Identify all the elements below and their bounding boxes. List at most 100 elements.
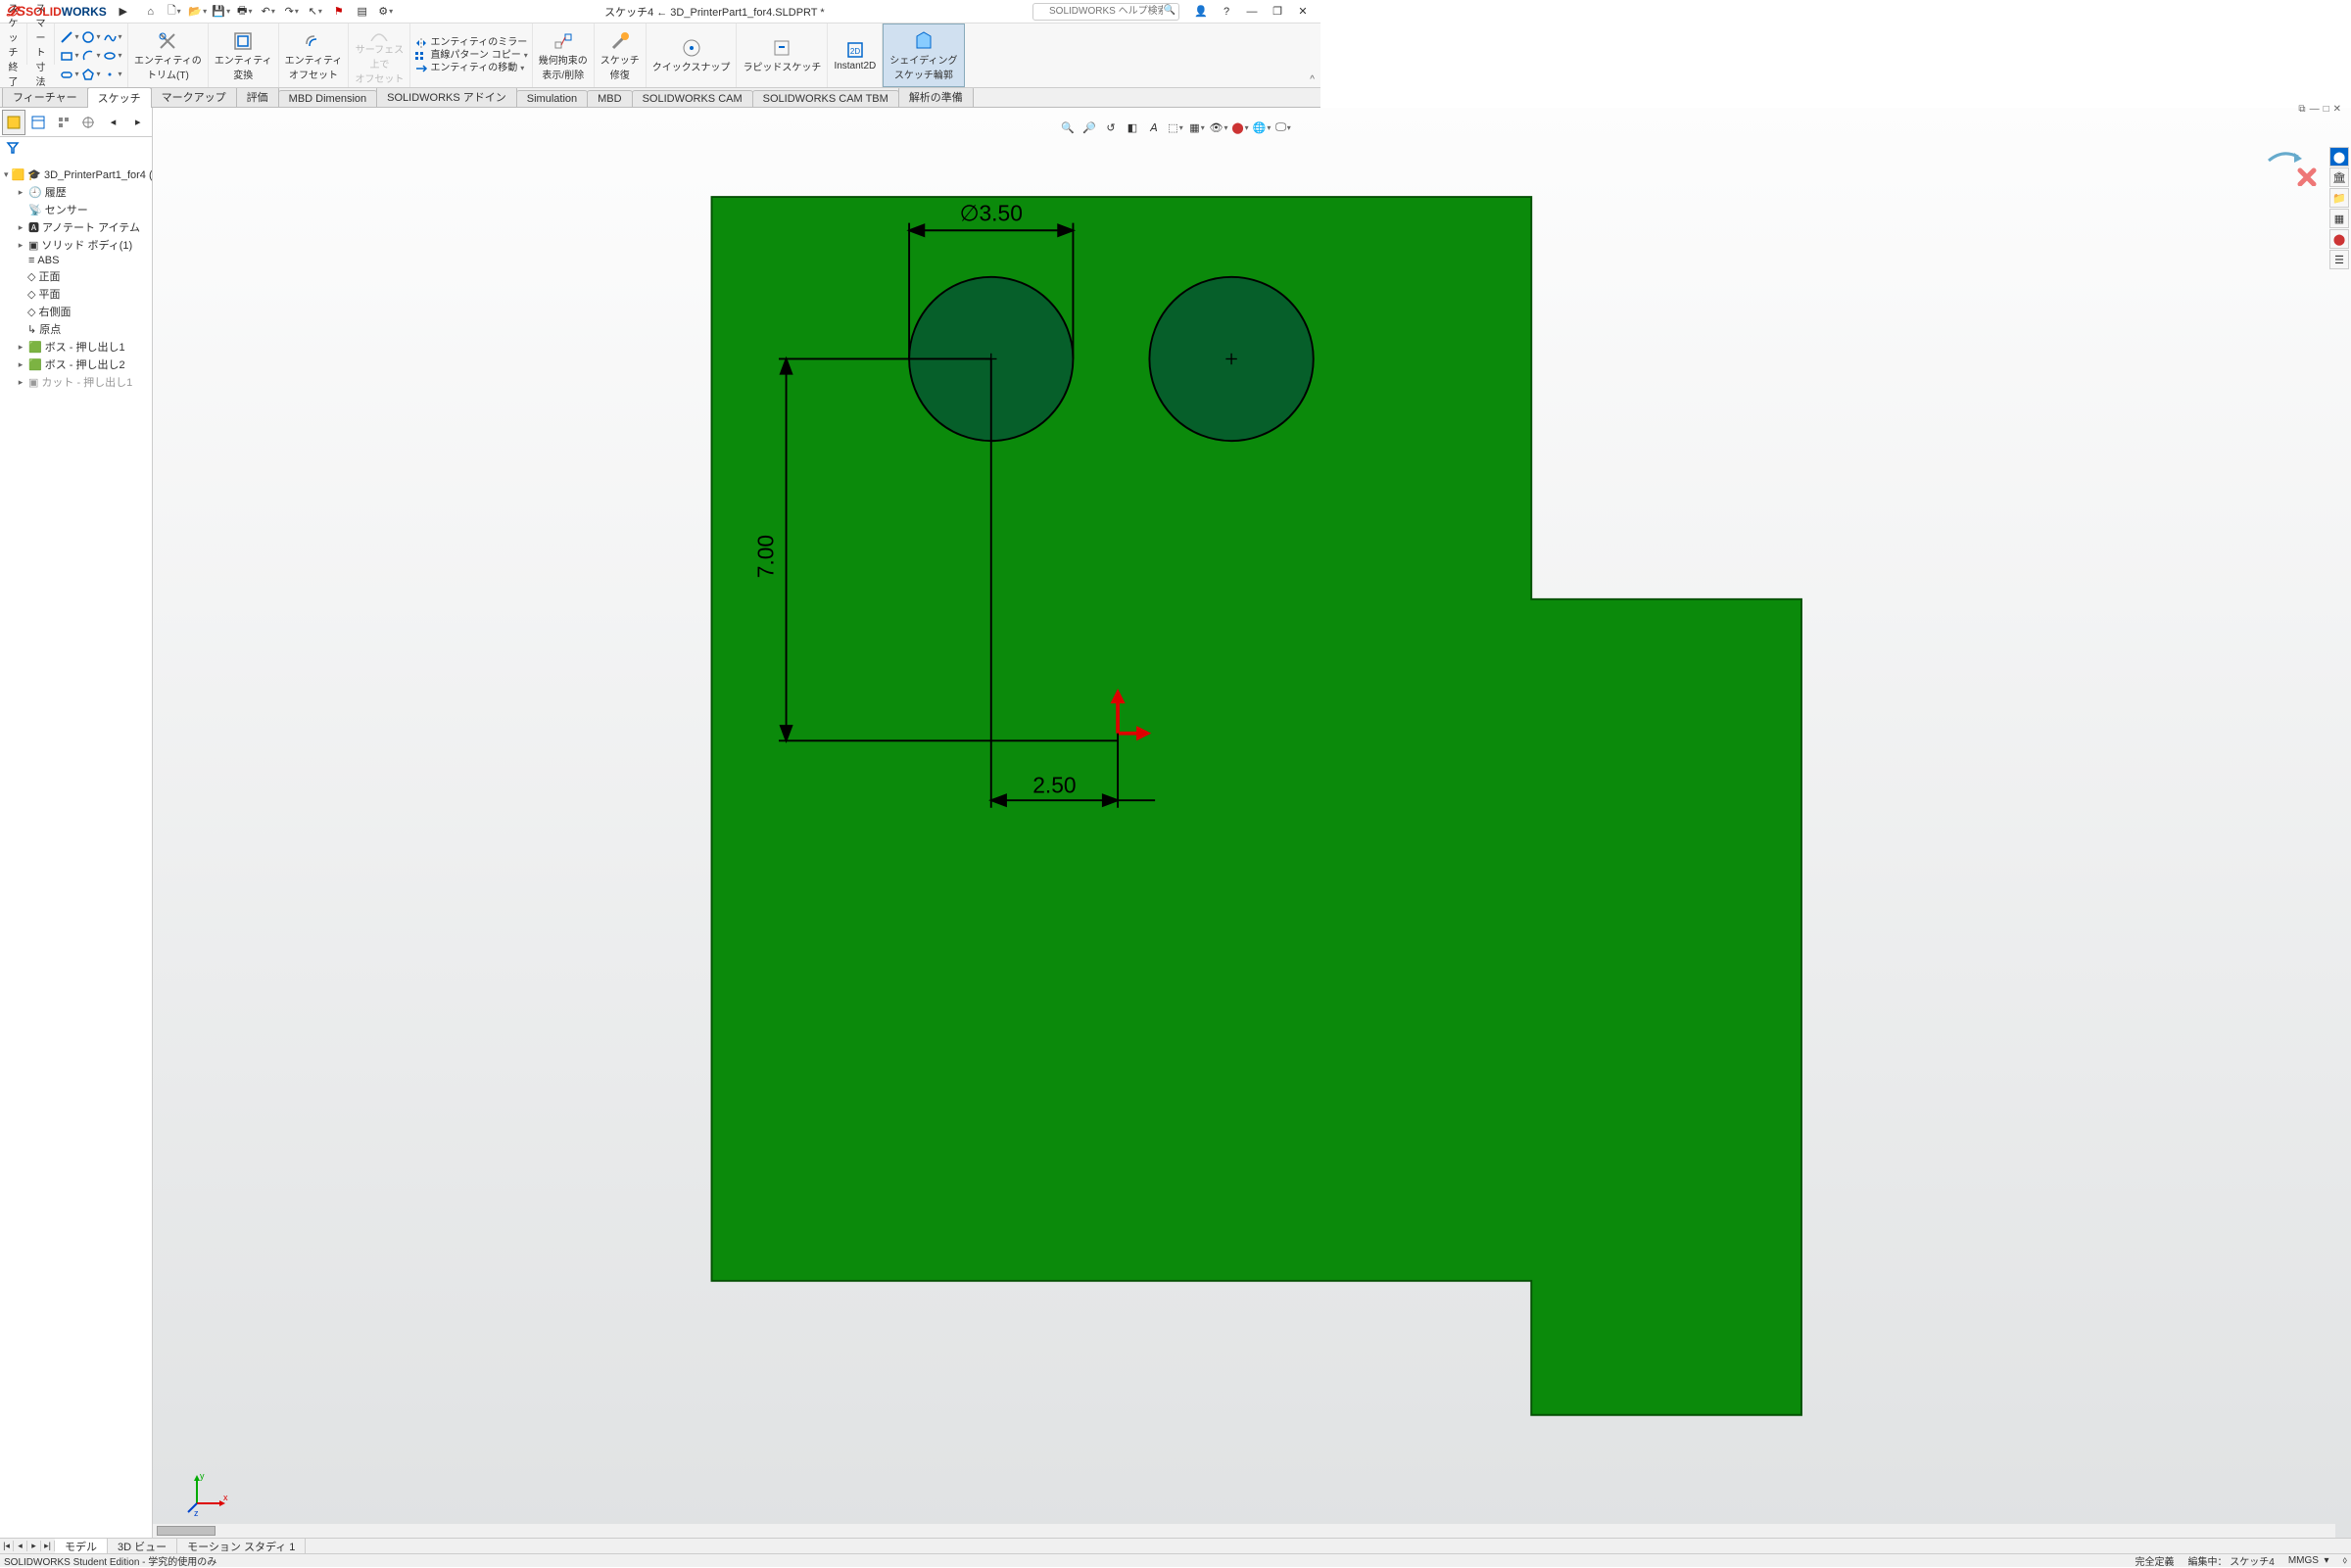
section-view-icon[interactable]: ◧: [1123, 118, 1142, 137]
polygon-tool[interactable]: [80, 66, 102, 83]
spline-tool[interactable]: [102, 28, 123, 46]
configuration-manager-tab[interactable]: [52, 110, 75, 135]
file-explorer-icon[interactable]: 📁: [2329, 188, 2349, 208]
confirm-cancel-icon[interactable]: [2300, 170, 2314, 184]
offset-entities-button[interactable]: エンティティ オフセット: [279, 24, 350, 87]
home-icon[interactable]: ⌂: [140, 1, 162, 23]
exit-sketch-button[interactable]: スケッチ 終了: [0, 24, 27, 65]
expand-menu-icon[interactable]: ▶: [113, 1, 134, 23]
rapid-sketch-button[interactable]: ラピッドスケッチ: [737, 24, 828, 87]
close-button[interactable]: ✕: [1291, 2, 1315, 22]
status-units[interactable]: MMGS ▾: [2288, 1555, 2329, 1566]
circle-tool[interactable]: [80, 28, 102, 46]
fm-nav-right-icon[interactable]: ▸: [126, 110, 150, 135]
ribbon-collapse-icon[interactable]: ^: [1310, 74, 1315, 85]
view-settings-icon[interactable]: 🖵: [1273, 118, 1293, 137]
tree-material[interactable]: ≡ ABS: [2, 254, 150, 267]
smart-dimension-button[interactable]: スマート 寸法: [27, 24, 55, 65]
user-account-icon[interactable]: 👤: [1189, 2, 1213, 22]
arc-tool[interactable]: [80, 47, 102, 65]
minimize-button[interactable]: —: [1240, 2, 1264, 22]
mirror-entities-button[interactable]: エンティティのミラー: [414, 36, 527, 49]
view-palette-icon[interactable]: ▦: [2329, 209, 2349, 228]
help-search-input[interactable]: [1032, 3, 1179, 21]
nav-prev-icon[interactable]: ◂: [14, 1541, 27, 1551]
help-search[interactable]: ? 🔍: [1032, 3, 1179, 21]
tree-plane-top[interactable]: ◇ 平面: [2, 285, 150, 303]
rebuild-icon[interactable]: ⚑: [328, 1, 350, 23]
tab-evaluate[interactable]: 評価: [236, 86, 279, 107]
fm-nav-left-icon[interactable]: ◂: [101, 110, 124, 135]
new-icon[interactable]: 🗋: [164, 1, 185, 23]
status-extra-icon[interactable]: ⬨: [2343, 1555, 2348, 1566]
print-icon[interactable]: 🖶: [234, 1, 256, 23]
display-style-icon[interactable]: ▦: [1187, 118, 1207, 137]
undo-icon[interactable]: ↶: [258, 1, 279, 23]
tree-plane-front[interactable]: ◇ 正面: [2, 267, 150, 285]
repair-sketch-button[interactable]: スケッチ 修復: [595, 24, 647, 87]
dim-horizontal-value[interactable]: 2.50: [1032, 773, 1076, 798]
offset-on-surface-button[interactable]: サーフェス 上で オフセット: [349, 24, 410, 87]
tab-features[interactable]: フィーチャー: [2, 86, 88, 107]
bottom-tab-3dview[interactable]: 3D ビュー: [108, 1539, 177, 1554]
subwin-close-icon[interactable]: ✕: [2333, 104, 2341, 115]
tree-root[interactable]: ▾🟨 🎓 3D_PrinterPart1_for4 (ﾃﾞ: [2, 166, 150, 183]
subwin-popup-icon[interactable]: ⧉: [2298, 104, 2305, 115]
nav-first-icon[interactable]: |◂: [0, 1541, 14, 1551]
tab-sw-cam[interactable]: SOLIDWORKS CAM: [632, 90, 753, 107]
restore-button[interactable]: ❐: [1266, 2, 1289, 22]
convert-entities-button[interactable]: エンティティ 変換: [209, 24, 279, 87]
options-list-icon[interactable]: ▤: [352, 1, 373, 23]
tab-sw-addins[interactable]: SOLIDWORKS アドイン: [376, 86, 517, 107]
dynamic-annotation-icon[interactable]: 𝘈: [1144, 118, 1164, 137]
move-entities-button[interactable]: エンティティの移動: [414, 62, 527, 74]
custom-properties-icon[interactable]: ☰: [2329, 250, 2349, 269]
shaded-sketch-contours-button[interactable]: シェイディング スケッチ輪郭: [883, 24, 964, 87]
subwin-maximize-icon[interactable]: □: [2324, 104, 2329, 115]
quick-snaps-button[interactable]: クイックスナップ: [647, 24, 738, 87]
model-viewport[interactable]: ∅3.50 7.00 2.50: [153, 108, 2351, 1538]
dim-diameter-value[interactable]: ∅3.50: [960, 201, 1023, 226]
view-orientation-icon[interactable]: ⬚: [1166, 118, 1185, 137]
bottom-tab-model[interactable]: モデル: [55, 1539, 108, 1554]
redo-icon[interactable]: ↷: [281, 1, 303, 23]
tab-analysis-prep[interactable]: 解析の準備: [898, 86, 974, 107]
rectangle-tool[interactable]: [59, 47, 80, 65]
tree-annotations[interactable]: ▸🅰 アノテート アイテム: [2, 218, 150, 236]
save-icon[interactable]: 💾: [211, 1, 232, 23]
tree-plane-right[interactable]: ◇ 右側面: [2, 303, 150, 320]
tab-mbd-dimension[interactable]: MBD Dimension: [278, 90, 377, 107]
zoom-to-fit-icon[interactable]: 🔍: [1058, 118, 1078, 137]
apply-scene-icon[interactable]: 🌐: [1252, 118, 1271, 137]
help-icon[interactable]: ?: [1215, 2, 1238, 22]
filter-icon[interactable]: [6, 141, 20, 155]
tree-sensors[interactable]: 📡 センサー: [2, 201, 150, 218]
select-icon[interactable]: ↖: [305, 1, 326, 23]
tree-cut-extrude1[interactable]: ▸▣ カット - 押し出し1: [2, 373, 150, 391]
tree-boss-extrude1[interactable]: ▸🟩 ボス - 押し出し1: [2, 338, 150, 356]
tree-boss-extrude2[interactable]: ▸🟩 ボス - 押し出し2: [2, 356, 150, 373]
open-icon[interactable]: 📂: [187, 1, 209, 23]
tree-history[interactable]: ▸🕘 履歴: [2, 183, 150, 201]
ellipse-tool[interactable]: [102, 47, 123, 65]
dimxpert-manager-tab[interactable]: [76, 110, 100, 135]
nav-next-icon[interactable]: ▸: [27, 1541, 41, 1551]
instant2d-button[interactable]: 2D Instant2D: [828, 24, 883, 87]
tab-simulation[interactable]: Simulation: [516, 90, 588, 107]
tree-solid-bodies[interactable]: ▸▣ ソリッド ボディ(1): [2, 236, 150, 254]
previous-view-icon[interactable]: ↺: [1101, 118, 1121, 137]
nav-last-icon[interactable]: ▸|: [41, 1541, 55, 1551]
design-library-icon[interactable]: 🏛: [2329, 167, 2349, 187]
linear-pattern-button[interactable]: 直線パターン コピー: [414, 49, 527, 62]
appearances-icon[interactable]: ⬤: [2329, 229, 2349, 249]
bottom-tab-motion[interactable]: モーション スタディ 1: [177, 1539, 306, 1554]
trim-entities-button[interactable]: エンティティの トリム(T): [128, 24, 209, 87]
horizontal-scrollbar[interactable]: [153, 1524, 2335, 1538]
display-delete-relations-button[interactable]: 幾何拘束の 表示/削除: [533, 24, 595, 87]
hide-show-icon[interactable]: 👁: [1209, 118, 1228, 137]
tab-sketch[interactable]: スケッチ: [87, 87, 152, 108]
sw-resources-icon[interactable]: ⬤: [2329, 147, 2349, 166]
subwin-minimize-icon[interactable]: —: [2310, 104, 2320, 115]
settings-icon[interactable]: ⚙: [375, 1, 397, 23]
tab-sw-cam-tbm[interactable]: SOLIDWORKS CAM TBM: [752, 90, 899, 107]
